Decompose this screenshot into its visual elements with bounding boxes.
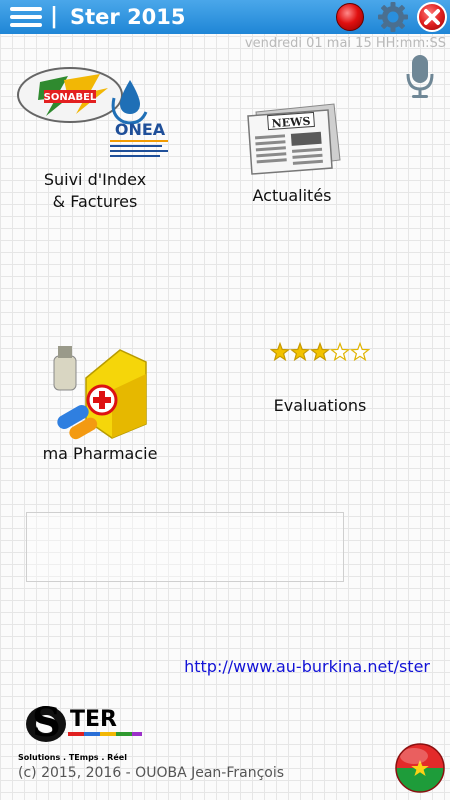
star-empty-icon[interactable] — [349, 341, 371, 362]
rating-stars[interactable] — [269, 341, 371, 362]
star-filled-icon[interactable] — [309, 341, 331, 362]
pharmacy-icon[interactable] — [50, 340, 150, 442]
star-filled-icon[interactable] — [269, 341, 291, 362]
title-separator: | — [50, 4, 59, 29]
index-label-line1: Suivi d'Index — [43, 170, 147, 189]
ster-logo: S TER Solutions . TEmps . Réel — [16, 692, 146, 764]
pharmacy-label[interactable]: ma Pharmacie — [30, 443, 170, 465]
svg-text:TER: TER — [70, 707, 117, 732]
onea-logo[interactable]: ONEA — [104, 78, 174, 164]
news-label[interactable]: Actualités — [232, 185, 352, 207]
evaluations-label[interactable]: Evaluations — [255, 395, 385, 417]
microphone-icon[interactable] — [405, 54, 435, 100]
menu-hamburger-icon[interactable] — [10, 5, 42, 29]
website-link[interactable]: http://www.au-burkina.net/ster — [184, 657, 430, 676]
index-label-line2: & Factures — [52, 192, 138, 211]
svg-text:ONEA: ONEA — [115, 120, 166, 139]
svg-text:SONABEL: SONABEL — [44, 92, 97, 103]
burkina-flag-icon[interactable] — [394, 742, 446, 794]
star-filled-icon[interactable] — [289, 341, 311, 362]
svg-text:Solutions . TEmps . Réel: Solutions . TEmps . Réel — [18, 752, 127, 762]
close-icon[interactable] — [417, 2, 447, 32]
gear-icon[interactable] — [377, 1, 409, 33]
record-icon[interactable] — [336, 3, 364, 31]
index-factures-label[interactable]: Suivi d'Index & Factures — [30, 169, 160, 213]
top-bar: | Ster 2015 — [0, 0, 450, 34]
copyright-text: (c) 2015, 2016 - OUOBA Jean-François — [18, 765, 285, 781]
ad-banner-placeholder — [26, 512, 344, 582]
datetime-display: vendredi 01 mai 15 HH:mm:SS — [244, 36, 446, 51]
newspaper-icon[interactable]: NEWS — [242, 100, 344, 176]
svg-text:NEWS: NEWS — [271, 115, 311, 131]
svg-text:S: S — [32, 699, 61, 746]
star-empty-icon[interactable] — [329, 341, 351, 362]
app-title: Ster 2015 — [70, 5, 186, 29]
